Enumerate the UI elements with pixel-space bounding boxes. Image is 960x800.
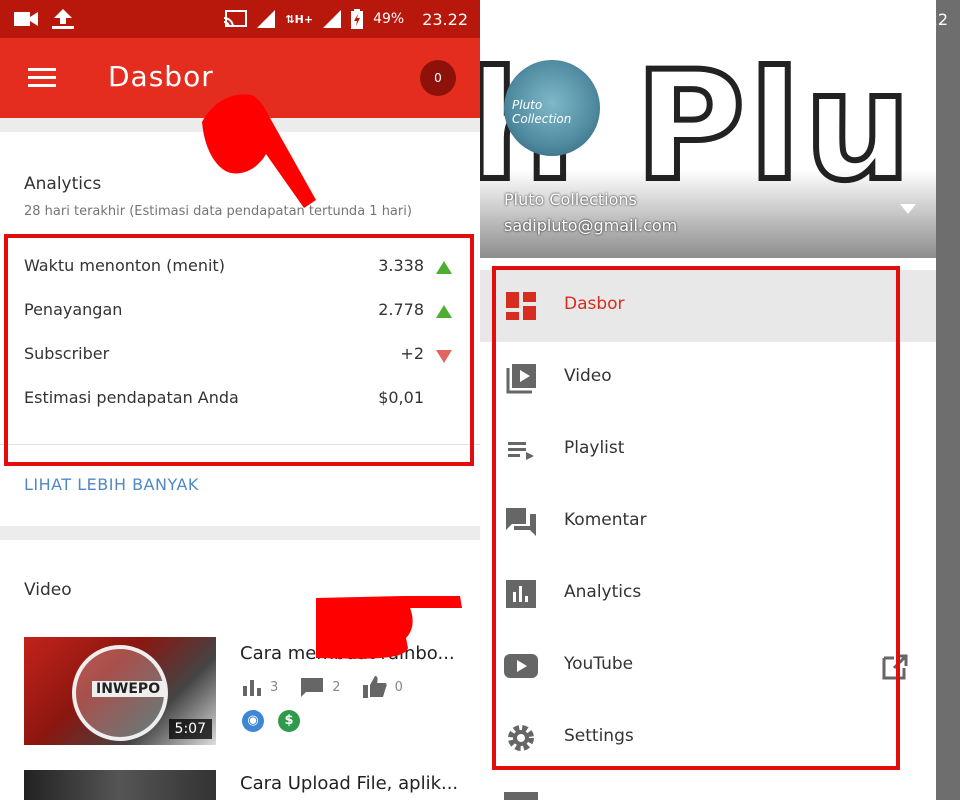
video-stats: 3 2 0 bbox=[242, 676, 403, 698]
monetized-dollar-icon: $ bbox=[278, 710, 300, 732]
notification-badge[interactable]: 0 bbox=[420, 60, 456, 96]
see-more-link[interactable]: LIHAT LEBIH BANYAK bbox=[24, 475, 199, 494]
chevron-down-icon[interactable] bbox=[900, 204, 916, 216]
cast-icon bbox=[224, 10, 248, 28]
video-camera-icon bbox=[494, 12, 518, 26]
annotation-highlight-box bbox=[492, 266, 900, 770]
upload-icon bbox=[532, 9, 554, 29]
navigation-drawer: h Plu Pluto Collection Pluto Collections… bbox=[480, 0, 936, 800]
avatar-text: Pluto Collection bbox=[512, 98, 572, 126]
video-camera-icon bbox=[14, 12, 38, 26]
video-title-2[interactable]: Cara Upload File, aplik... bbox=[240, 773, 460, 794]
upload-icon bbox=[52, 9, 74, 29]
header-gradient bbox=[480, 170, 936, 258]
video-badges: ◉ $ bbox=[242, 710, 300, 732]
thumbnail-brand: INWEPO bbox=[92, 681, 165, 697]
globe-icon: ◉ bbox=[242, 710, 264, 732]
video-thumbnail-2[interactable] bbox=[24, 770, 216, 800]
status-bar: ⇅H+ 49% 23.22 bbox=[0, 0, 480, 38]
annotation-highlight-box bbox=[4, 234, 474, 466]
comments-count: 2 bbox=[332, 679, 341, 695]
signal-icon bbox=[737, 10, 756, 28]
pointing-hand-icon bbox=[202, 94, 316, 208]
menu-icon[interactable] bbox=[28, 68, 56, 88]
data-h-plus-icon: ⇅H+ bbox=[285, 12, 314, 26]
account-email: sadipluto@gmail.com bbox=[504, 216, 678, 235]
views-count: 3 bbox=[270, 679, 279, 695]
comment-icon bbox=[301, 678, 324, 697]
battery-percent: 49% bbox=[373, 11, 405, 27]
video-card: Video INWEPO 5:07 Cara membuat rainbo...… bbox=[0, 540, 480, 800]
battery-percent: 49% bbox=[853, 11, 885, 27]
analytics-title: Analytics bbox=[24, 174, 102, 194]
video-section-title: Video bbox=[24, 580, 72, 600]
status-bar: ⇅H+ 49% 23.22 bbox=[480, 0, 960, 38]
likes-count: 0 bbox=[394, 679, 403, 695]
video-thumbnail[interactable]: INWEPO 5:07 bbox=[24, 637, 216, 745]
signal-icon-2 bbox=[323, 10, 342, 28]
dimmed-background[interactable] bbox=[936, 0, 960, 800]
battery-charging-icon bbox=[831, 9, 844, 29]
data-h-plus-icon: ⇅H+ bbox=[765, 12, 794, 26]
account-name: Pluto Collections bbox=[504, 190, 637, 209]
account-header[interactable]: h Plu Pluto Collection Pluto Collections… bbox=[480, 0, 936, 258]
bar-chart-icon bbox=[243, 680, 261, 696]
battery-charging-icon bbox=[351, 9, 364, 29]
cast-icon bbox=[704, 10, 728, 28]
navigation-drawer-screen: ⇅H+ 49% 23.22 h Plu Pluto Collection Plu… bbox=[480, 0, 960, 800]
signal-icon-2 bbox=[803, 10, 822, 28]
dashboard-screen: ⇅H+ 49% 23.22 Dasbor 0 Analytics 28 hari… bbox=[0, 0, 480, 800]
next-menu-icon-partial bbox=[504, 792, 538, 800]
thumb-up-icon bbox=[362, 676, 387, 698]
clock: 23.22 bbox=[422, 9, 468, 29]
pointing-hand-icon-2 bbox=[316, 596, 462, 659]
avatar[interactable]: Pluto Collection bbox=[504, 60, 600, 156]
clock: 23.22 bbox=[902, 9, 948, 29]
video-duration: 5:07 bbox=[168, 719, 212, 739]
signal-icon bbox=[257, 10, 276, 28]
